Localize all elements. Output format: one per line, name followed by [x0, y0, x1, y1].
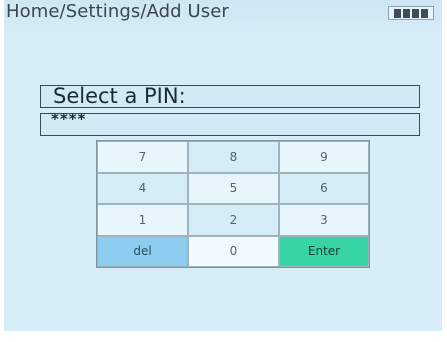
pin-masked-value: ****: [51, 110, 87, 128]
pin-prompt-box: Select a PIN:: [40, 84, 420, 108]
device-screen: Home/Settings/Add User Select a PIN: ***…: [4, 0, 442, 331]
key-8[interactable]: 8: [188, 141, 279, 173]
battery-cell: [403, 8, 410, 18]
key-7[interactable]: 7: [97, 141, 188, 173]
key-0[interactable]: 0: [188, 235, 279, 267]
enter-button[interactable]: Enter: [279, 235, 369, 267]
delete-button[interactable]: del: [97, 235, 188, 267]
key-1[interactable]: 1: [97, 204, 188, 236]
title-bar: Home/Settings/Add User: [4, 0, 442, 36]
battery-full-icon: [388, 6, 434, 20]
key-6[interactable]: 6: [279, 172, 369, 204]
key-9[interactable]: 9: [279, 141, 369, 173]
key-5[interactable]: 5: [188, 172, 279, 204]
pin-input-field[interactable]: ****: [40, 110, 420, 136]
pin-prompt-label: Select a PIN:: [53, 84, 186, 108]
battery-cell: [412, 8, 419, 18]
key-3[interactable]: 3: [279, 204, 369, 236]
key-4[interactable]: 4: [97, 172, 188, 204]
breadcrumb[interactable]: Home/Settings/Add User: [6, 1, 229, 22]
battery-cell: [421, 8, 428, 18]
key-2[interactable]: 2: [188, 204, 279, 236]
battery-cell: [394, 8, 401, 18]
numeric-keypad: 7 8 9 4 5 6 1 2 3 del 0 Enter: [96, 140, 370, 268]
